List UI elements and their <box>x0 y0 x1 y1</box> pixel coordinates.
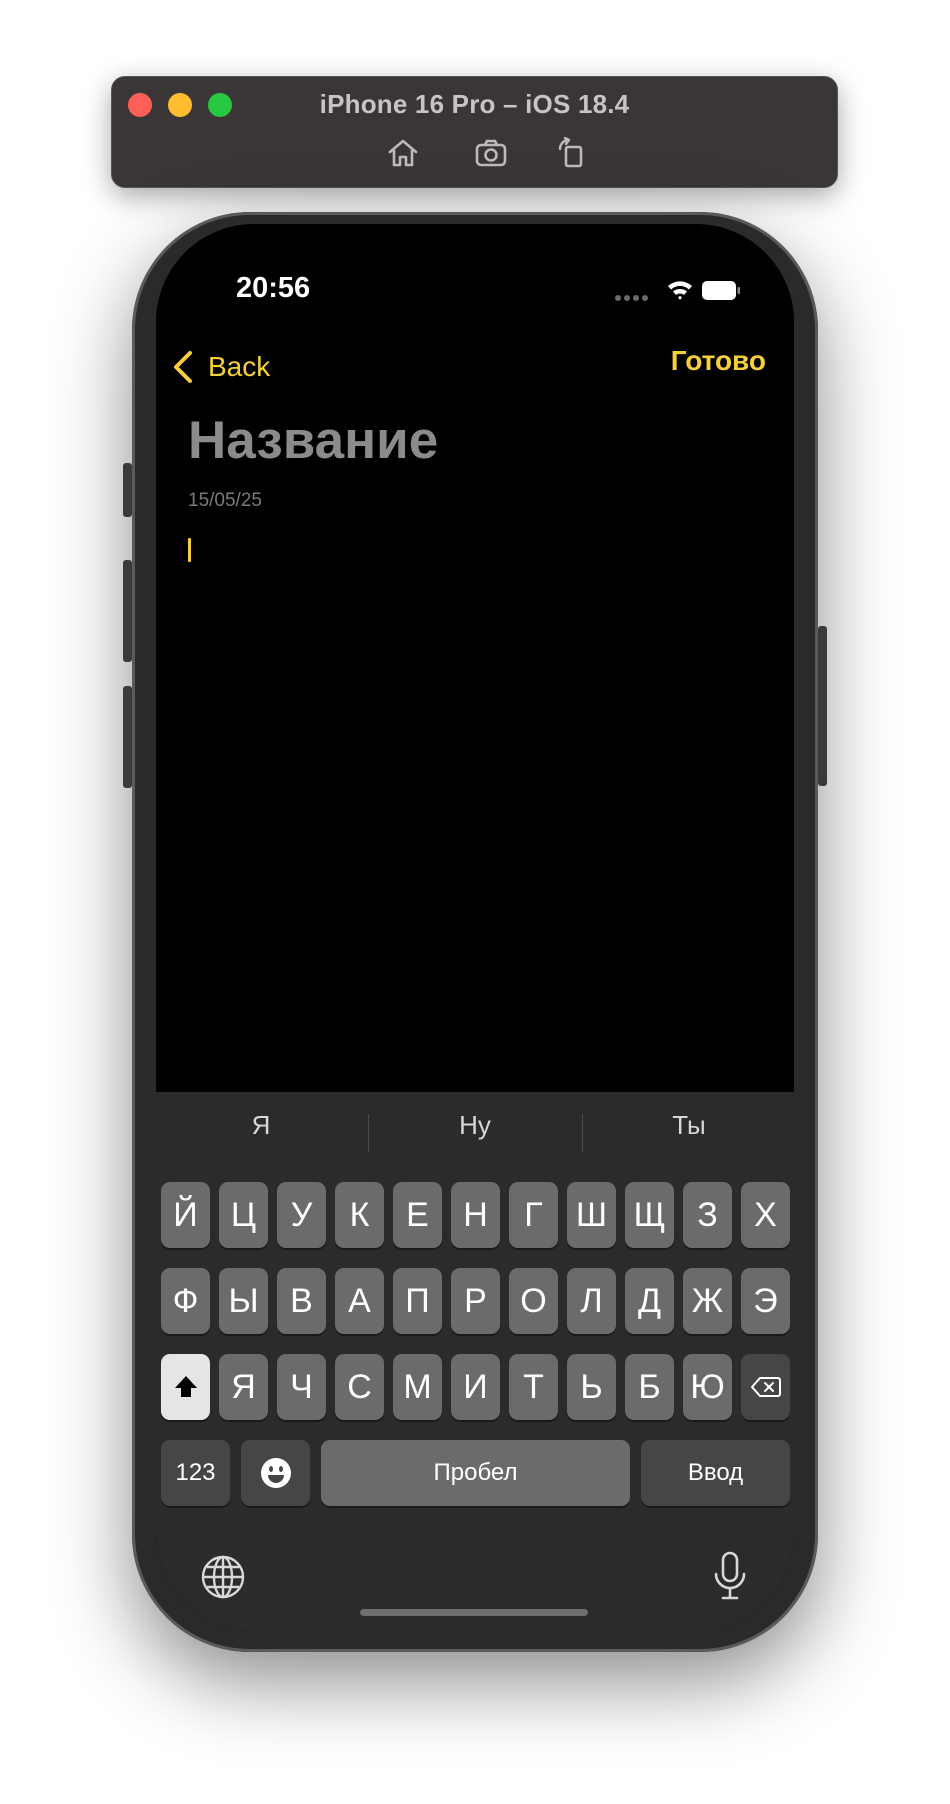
suggestion-bar: Я Ну Ты <box>156 1092 794 1172</box>
key-letter[interactable]: Ч <box>277 1354 326 1420</box>
key-letter[interactable]: Л <box>567 1268 616 1334</box>
return-key[interactable]: Ввод <box>641 1440 790 1506</box>
volume-up-button <box>123 560 132 662</box>
key-letter[interactable]: Ы <box>219 1268 268 1334</box>
key-letter[interactable]: Ь <box>567 1354 616 1420</box>
battery-icon <box>702 281 740 300</box>
numbers-key[interactable]: 123 <box>161 1440 230 1506</box>
microphone-icon[interactable] <box>712 1550 748 1602</box>
key-letter[interactable]: Т <box>509 1354 558 1420</box>
key-letter[interactable]: В <box>277 1268 326 1334</box>
globe-icon[interactable] <box>200 1554 246 1600</box>
status-icons <box>615 281 740 301</box>
key-letter[interactable]: З <box>683 1182 732 1248</box>
key-letter[interactable]: Ц <box>219 1182 268 1248</box>
emoji-smiley-icon <box>260 1458 291 1488</box>
shift-key[interactable] <box>161 1354 210 1420</box>
key-letter[interactable]: Я <box>219 1354 268 1420</box>
key-letter[interactable]: С <box>335 1354 384 1420</box>
done-button[interactable]: Готово <box>671 345 766 377</box>
cellular-dots-icon <box>615 295 648 301</box>
key-letter[interactable]: К <box>335 1182 384 1248</box>
delete-key[interactable] <box>741 1354 790 1420</box>
space-key[interactable]: Пробел <box>321 1440 630 1506</box>
back-label: Back <box>208 351 271 382</box>
status-time: 20:56 <box>236 272 311 304</box>
shift-arrow-icon <box>174 1376 197 1397</box>
key-letter[interactable]: У <box>277 1182 326 1248</box>
suggestion-item[interactable]: Ну <box>370 1110 580 1141</box>
key-letter[interactable]: Ж <box>683 1268 732 1334</box>
key-letter[interactable]: Р <box>451 1268 500 1334</box>
home-indicator[interactable] <box>360 1609 588 1616</box>
key-letter[interactable]: И <box>451 1354 500 1420</box>
key-letter[interactable]: Ф <box>161 1268 210 1334</box>
volume-down-button <box>123 686 132 788</box>
delete-backspace-icon <box>750 1377 781 1397</box>
key-letter[interactable]: Э <box>741 1268 790 1334</box>
chevron-left-icon <box>174 351 192 383</box>
key-letter[interactable]: О <box>509 1268 558 1334</box>
key-letter[interactable]: П <box>393 1268 442 1334</box>
emoji-key[interactable] <box>241 1440 310 1506</box>
key-letter[interactable]: А <box>335 1268 384 1334</box>
key-letter[interactable]: Х <box>741 1182 790 1248</box>
suggestion-item[interactable]: Я <box>156 1110 366 1141</box>
suggestion-item[interactable]: Ты <box>584 1110 794 1141</box>
back-button[interactable]: Back <box>168 342 270 392</box>
text-cursor[interactable] <box>188 538 191 562</box>
suggestion-divider <box>368 1114 369 1152</box>
home-icon[interactable] <box>385 135 421 171</box>
suggestion-divider <box>582 1114 583 1152</box>
key-letter[interactable]: М <box>393 1354 442 1420</box>
note-title-placeholder[interactable]: Название <box>188 410 438 471</box>
power-button <box>818 626 827 786</box>
simulator-titlebar: iPhone 16 Pro – iOS 18.4 <box>111 76 838 188</box>
key-letter[interactable]: Ю <box>683 1354 732 1420</box>
key-letter[interactable]: Ш <box>567 1182 616 1248</box>
key-letter[interactable]: Б <box>625 1354 674 1420</box>
screenshot-icon[interactable] <box>473 135 509 171</box>
key-letter[interactable]: Щ <box>625 1182 674 1248</box>
note-date: 15/05/25 <box>188 490 262 511</box>
key-letter[interactable]: Н <box>451 1182 500 1248</box>
key-letter[interactable]: Е <box>393 1182 442 1248</box>
keyboard: Я Ну Ты Й Ц У К Е Н Г Ш Щ З Х Ф Ы В А П … <box>156 1092 794 1630</box>
phone-screen: 20:56 Back Готово Название 15/05/25 Я Ну <box>156 224 794 1630</box>
key-letter[interactable]: Й <box>161 1182 210 1248</box>
key-letter[interactable]: Г <box>509 1182 558 1248</box>
window-title: iPhone 16 Pro – iOS 18.4 <box>319 89 630 119</box>
wifi-icon <box>668 281 692 300</box>
key-letter[interactable]: Д <box>625 1268 674 1334</box>
rotate-icon[interactable] <box>553 135 589 171</box>
action-button <box>123 463 132 517</box>
